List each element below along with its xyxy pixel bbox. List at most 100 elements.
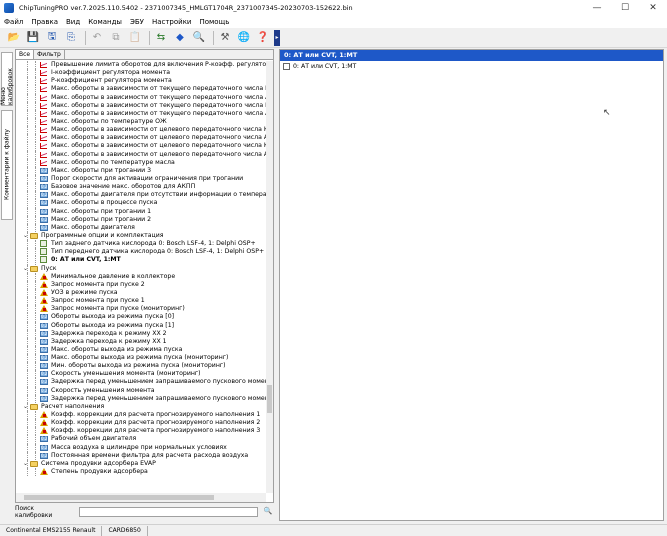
tree-item[interactable]: Коэфф. коррекции для расчета прогнозируе… bbox=[16, 419, 266, 428]
tree-item[interactable]: Макс. обороты по температуре масла bbox=[16, 158, 266, 167]
tree-item[interactable]: 0.2 Макс. обороты в процессе пуска bbox=[16, 199, 266, 208]
compare-icon[interactable]: ⇆ bbox=[153, 30, 169, 46]
tree-item[interactable]: Минимальное давление в коллекторе bbox=[16, 272, 266, 281]
tree-item[interactable]: 0.2 Макс. обороты выхода из режима пуска bbox=[16, 345, 266, 355]
navigate-icon[interactable]: ◆ bbox=[172, 30, 188, 46]
option-checkbox[interactable] bbox=[283, 63, 290, 70]
search-icon[interactable]: 🔍 bbox=[262, 507, 274, 517]
world-icon[interactable]: 🌐 bbox=[236, 30, 252, 46]
tree-item[interactable]: 0.2 Макс. обороты при трогании 2 bbox=[16, 215, 266, 224]
tab-all[interactable]: Все bbox=[16, 50, 35, 59]
tree-item[interactable]: Запрос момента при пуске 1 bbox=[16, 297, 266, 306]
tree-guide-line bbox=[35, 451, 36, 460]
checksum-icon[interactable]: ⎘ bbox=[63, 30, 79, 46]
tree-guide-line bbox=[35, 288, 36, 298]
tab-calibration-menu[interactable]: Меню калибровок bbox=[0, 52, 14, 106]
tree-item[interactable]: 0.2 Задержка перед уменьшением запрашивае… bbox=[16, 394, 266, 403]
tree-item[interactable]: Макс. обороты в зависимости от текущего … bbox=[16, 85, 266, 94]
tree-item[interactable]: I-коэффициент регулятора момента bbox=[16, 69, 266, 78]
tree-item-label: Макс. обороты выхода из режима пуска (мо… bbox=[51, 354, 229, 362]
tree-item[interactable]: 0.2 Постоянная времени фильтра для расчет… bbox=[16, 451, 266, 460]
tree-guide-line bbox=[35, 61, 36, 70]
tree-item[interactable]: Тип заднего датчика кислорода 0: Bosch L… bbox=[16, 240, 266, 249]
tree-guide-line bbox=[35, 427, 36, 436]
horizontal-scrollbar[interactable] bbox=[16, 493, 266, 502]
minimize-button[interactable]: — bbox=[583, 0, 611, 16]
tree-item[interactable]: 0.2 Задержка перед уменьшением запрашивае… bbox=[16, 378, 266, 387]
tree-folder[interactable]: ⌄ Программные опции и комплектация bbox=[16, 231, 266, 241]
tree-item[interactable]: Превышение лимита оборотов для включения… bbox=[16, 61, 266, 70]
tree-item[interactable]: Тип переднего датчика кислорода 0: Bosch… bbox=[16, 248, 266, 257]
tree-item[interactable]: Макс. обороты в зависимости от целевого … bbox=[16, 142, 266, 151]
tree-item[interactable]: 0.2 Порог скорости для активации ограниче… bbox=[16, 174, 266, 184]
status-bar: Continental EMS2155 Renault CARD6850 bbox=[0, 524, 667, 536]
tree-guide-line bbox=[27, 394, 28, 403]
tree-item[interactable]: 0: АТ или CVT, 1:МТ bbox=[16, 256, 266, 265]
paste-icon[interactable]: 📋 bbox=[127, 30, 143, 46]
open-folder-icon[interactable]: 📂 bbox=[6, 30, 22, 46]
tree-folder[interactable]: ⌄ Пуск bbox=[16, 264, 266, 273]
find-icon[interactable]: 🔍 bbox=[191, 30, 207, 46]
tree-guide-line bbox=[27, 61, 28, 70]
close-button[interactable]: ✕ bbox=[639, 0, 667, 16]
tree-item[interactable]: Запрос момента при пуске 2 bbox=[16, 280, 266, 289]
menu-commands[interactable]: Команды bbox=[84, 16, 126, 28]
tree-item[interactable]: Коэфф. коррекции для расчета прогнозируе… bbox=[16, 411, 266, 420]
tree-guide-line bbox=[27, 386, 28, 395]
horizontal-scroll-thumb[interactable] bbox=[24, 495, 214, 500]
tree-guide-line bbox=[35, 85, 36, 94]
tree-item[interactable]: Макс. обороты по температуре ОЖ bbox=[16, 117, 266, 127]
value-icon: 0.2 bbox=[40, 184, 48, 191]
tree-item-label: Масса воздуха в цилиндре при нормальных … bbox=[51, 443, 227, 451]
tree-item[interactable]: Макс. обороты в зависимости от текущего … bbox=[16, 101, 266, 110]
toolbar-more-icon[interactable]: ▸ bbox=[274, 29, 280, 46]
menu-view[interactable]: Вид bbox=[62, 16, 84, 28]
option-checkbox-row[interactable]: 0: АТ или CVT, 1:МТ bbox=[283, 63, 663, 70]
tab-filter[interactable]: Фильтр bbox=[34, 50, 65, 59]
save-icon[interactable]: 💾 bbox=[25, 30, 41, 46]
tools-icon[interactable]: ⚒ bbox=[217, 30, 233, 46]
expand-toggle-icon[interactable]: ⌄ bbox=[23, 265, 29, 272]
menu-edit[interactable]: Правка bbox=[27, 16, 62, 28]
tree-item[interactable]: 0.2 Макс. обороты при трогании 3 bbox=[16, 166, 266, 175]
tree-item[interactable]: 0.2 Макс. обороты выхода из режима пуска … bbox=[16, 354, 266, 363]
menu-settings[interactable]: Настройки bbox=[148, 16, 196, 28]
tree-item[interactable]: 0.2 Макс. обороты при трогании 1 bbox=[16, 207, 266, 216]
tree-item[interactable]: Степень продувки адсорбера bbox=[16, 468, 266, 477]
tree-item[interactable]: 0.2 Масса воздуха в цилиндре при нормальн… bbox=[16, 443, 266, 452]
tree-item[interactable]: 0.2 Мин. обороты выхода из режима пуска (… bbox=[16, 362, 266, 371]
undo-icon[interactable]: ↶ bbox=[89, 30, 105, 46]
save-as-icon[interactable]: 🖫 bbox=[44, 30, 60, 46]
tree-item[interactable]: Макс. обороты в зависимости от целевого … bbox=[16, 150, 266, 159]
tree-item[interactable]: Макс. обороты в зависимости от текущего … bbox=[16, 109, 266, 118]
tree-guide-line bbox=[35, 183, 36, 192]
help-icon[interactable]: ❓ bbox=[255, 30, 271, 46]
tab-file-comments[interactable]: Комментарии к файлу bbox=[1, 110, 13, 220]
tree-item-label: Макс. обороты выхода из режима пуска bbox=[51, 345, 183, 353]
expand-toggle-icon[interactable]: ⌄ bbox=[23, 403, 29, 410]
tree-item[interactable]: 0.2 Скорость уменьшения момента (монитори… bbox=[16, 370, 266, 379]
vertical-scroll-thumb[interactable] bbox=[267, 385, 272, 413]
menu-ecu[interactable]: ЭБУ bbox=[126, 16, 148, 28]
tree-item[interactable]: 0.2 Обороты выхода из режима пуска [0] bbox=[16, 313, 266, 322]
menu-help[interactable]: Помощь bbox=[195, 16, 233, 28]
title-bar[interactable]: ChipTuningPRO ver.7.2025.110.5402 - 2371… bbox=[0, 0, 667, 16]
tree-item[interactable]: 0.2 Макс. обороты двигателя bbox=[16, 223, 266, 232]
tree-item[interactable]: 0.2 Рабочий объем двигателя bbox=[16, 435, 266, 444]
expand-toggle-icon[interactable]: ⌄ bbox=[23, 460, 29, 467]
vertical-scrollbar[interactable] bbox=[266, 61, 273, 493]
copy-icon[interactable]: ⧉ bbox=[108, 30, 124, 46]
tree-item[interactable]: 0.2 Задержка перехода к режиму ХХ 1 bbox=[16, 337, 266, 346]
maximize-button[interactable]: ☐ bbox=[611, 0, 639, 16]
tree-item[interactable]: 0.2 Скорость уменьшения момента bbox=[16, 386, 266, 395]
tree-item[interactable]: Макс. обороты в зависимости от текущего … bbox=[16, 93, 266, 102]
search-input[interactable] bbox=[78, 507, 259, 517]
tree-folder[interactable]: ⌄ Расчет наполнения bbox=[16, 402, 266, 412]
menu-file[interactable]: Файл bbox=[0, 16, 27, 28]
tree-item[interactable]: УОЗ в режиме пуска bbox=[16, 288, 266, 298]
calibration-tree[interactable]: Превышение лимита оборотов для включения… bbox=[16, 61, 266, 493]
tree-item[interactable]: 0.2 Задержка перехода к режиму ХХ 2 bbox=[16, 329, 266, 338]
expand-toggle-icon[interactable]: ⌄ bbox=[23, 232, 29, 239]
tree-folder[interactable]: ⌄ Система продувки адсорбера EVAP bbox=[16, 459, 266, 469]
tree-item[interactable]: 0.2 Обороты выхода из режима пуска [1] bbox=[16, 321, 266, 330]
